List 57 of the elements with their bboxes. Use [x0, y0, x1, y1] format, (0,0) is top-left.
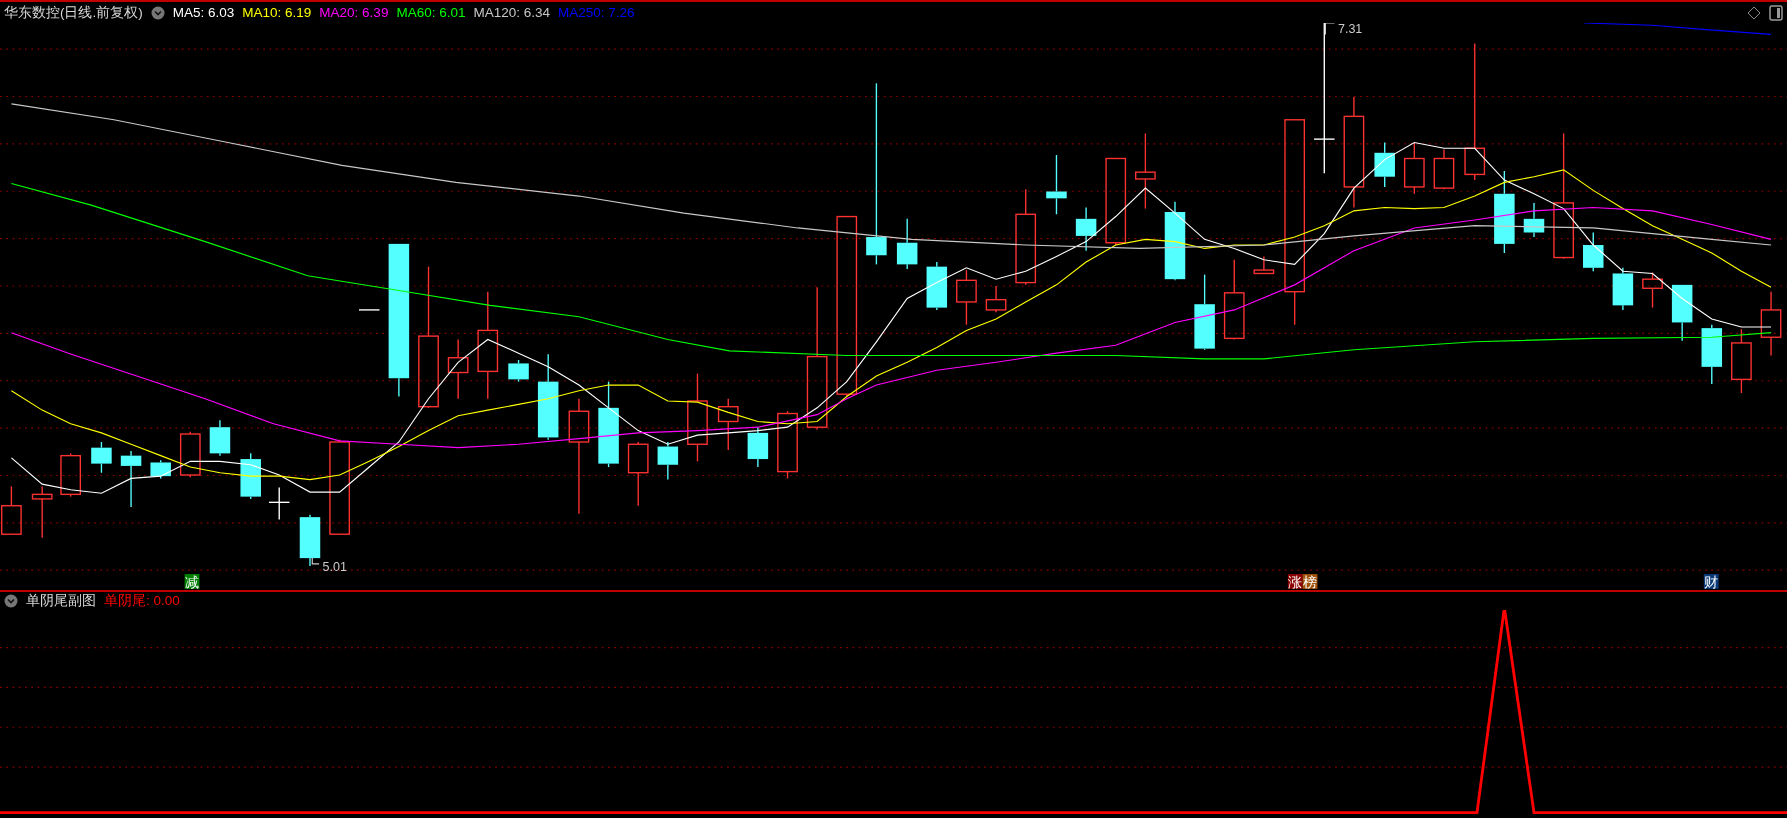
candlestick [120, 450, 142, 508]
dropdown-icon[interactable] [150, 5, 165, 20]
candlestick [179, 431, 201, 478]
candlestick [1, 485, 22, 535]
indicator-value: MA120: 6.34 [473, 3, 550, 22]
candlestick [1046, 154, 1067, 215]
candlestick [717, 398, 739, 451]
signal-marker: 财 [1703, 573, 1719, 590]
chart-title: 单阴尾副图 [26, 592, 96, 610]
price-label: 5.01 [322, 559, 347, 574]
indicator-value: 单阴尾: 0.00 [104, 592, 180, 610]
candlestick [1523, 202, 1545, 238]
candlestick [1671, 284, 1693, 342]
candlestick [91, 441, 112, 474]
candlestick [240, 452, 261, 500]
dropdown-icon[interactable] [4, 594, 18, 608]
candlestick [1253, 255, 1275, 275]
indicator-value: MA60: 6.01 [396, 3, 466, 22]
candlestick [209, 419, 231, 457]
candlestick [627, 441, 649, 507]
signal-marker: 减 [184, 573, 200, 590]
candlestick [1760, 291, 1782, 357]
diamond-icon[interactable] [1747, 5, 1761, 20]
candlestick [1374, 141, 1395, 188]
candlestick [657, 441, 679, 481]
indicator-value: MA5: 6.03 [172, 3, 235, 22]
candlestick [1433, 148, 1455, 190]
candlestick [956, 269, 977, 326]
candlestick [447, 338, 469, 400]
candlestick [1642, 271, 1663, 309]
candlestick [268, 486, 291, 521]
panel-toggle-icon[interactable] [1769, 4, 1783, 21]
candlestick [777, 410, 798, 480]
candlestick [747, 426, 769, 468]
leader-line [1324, 23, 1336, 35]
candlestick [1612, 267, 1634, 311]
leader-line [311, 557, 320, 565]
candlestick [1075, 206, 1097, 252]
candlestick [985, 285, 1007, 313]
indicator-value: MA250: 7.26 [558, 3, 635, 22]
candlestick [1701, 324, 1723, 385]
candlestick [896, 218, 918, 270]
candlestick [1403, 141, 1425, 195]
candlestick [508, 359, 529, 383]
candlestick [60, 452, 82, 498]
candlestick [926, 261, 948, 311]
candlestick [1731, 328, 1752, 394]
candlestick [31, 485, 53, 539]
candlestick [1583, 231, 1604, 272]
candlestick [358, 309, 381, 311]
price-label: 7.31 [1337, 23, 1363, 37]
signal-marker: 涨 [1287, 573, 1303, 590]
indicator-value: MA10: 6.19 [242, 3, 312, 22]
indicator-value: MA20: 6.39 [319, 3, 389, 22]
candlestick [299, 514, 321, 567]
candlestick [150, 459, 171, 480]
chart-title: 华东数控(日线.前复权) [4, 3, 143, 22]
